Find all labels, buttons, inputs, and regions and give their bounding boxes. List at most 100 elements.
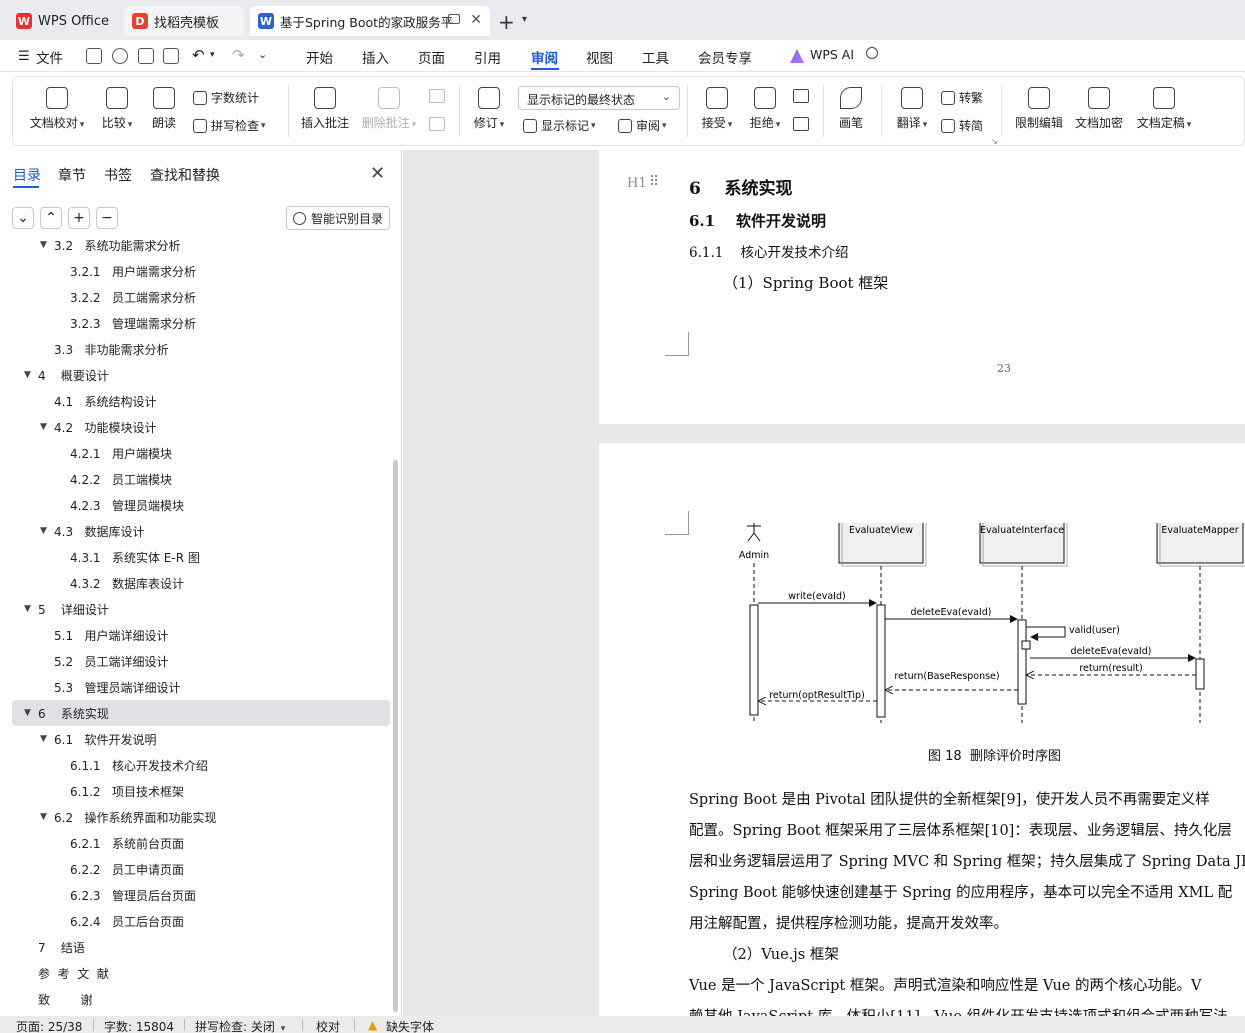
redo-icon[interactable]: ↷: [232, 46, 245, 64]
tab-wps-office[interactable]: W WPS Office: [8, 6, 118, 36]
page-indicator[interactable]: 页面: 25/38: [16, 1018, 82, 1033]
to-traditional-button[interactable]: 转繁: [941, 89, 983, 106]
toc-item[interactable]: ▼ 4.3 数据库设计: [12, 518, 390, 544]
menu-review[interactable]: 审阅: [531, 47, 558, 67]
nav-tab-bookmarks[interactable]: 书签: [104, 165, 132, 185]
drag-handle-icon[interactable]: ⠿: [649, 174, 659, 190]
menu-file[interactable]: 文件: [36, 47, 63, 67]
to-simplified-button[interactable]: 转简: [941, 117, 983, 134]
track-changes-button[interactable]: 修订 ▾: [471, 87, 507, 131]
chevron-down-icon[interactable]: ▾: [522, 14, 527, 25]
close-icon[interactable]: ✕: [370, 163, 385, 184]
toc-item[interactable]: ▼ 6 系统实现: [12, 700, 390, 726]
toc-item[interactable]: 3.2.1 用户端需求分析: [12, 258, 390, 284]
undo-icon[interactable]: ↶: [192, 46, 205, 64]
expand-arrow-icon[interactable]: ▼: [24, 604, 31, 614]
accept-button[interactable]: 接受 ▾: [699, 87, 735, 131]
hamburger-icon[interactable]: ☰: [18, 49, 30, 64]
expand-arrow-icon[interactable]: ▼: [40, 812, 47, 822]
toc-item[interactable]: ▼ 4 概要设计: [12, 362, 390, 388]
expand-arrow-icon[interactable]: ▼: [40, 422, 47, 432]
missing-font-indicator[interactable]: 缺失字体: [386, 1018, 434, 1033]
menu-tools[interactable]: 工具: [642, 47, 669, 67]
toc-item[interactable]: 6.1.2 项目技术框架: [12, 778, 390, 804]
remove-level-button[interactable]: −: [96, 207, 118, 229]
tab-document[interactable]: W 基于Spring Boot的家政服务平 ✕: [250, 6, 490, 36]
print-icon[interactable]: [138, 48, 154, 64]
reject-button[interactable]: 拒绝 ▾: [747, 87, 783, 131]
spell-check-button[interactable]: 拼写检查 ▾: [193, 117, 266, 134]
save-icon[interactable]: [86, 48, 102, 64]
word-count-indicator[interactable]: 字数: 15804: [104, 1018, 174, 1033]
menu-page[interactable]: 页面: [418, 47, 445, 67]
nav-tab-chapters[interactable]: 章节: [58, 165, 86, 185]
expand-arrow-icon[interactable]: ▼: [24, 370, 31, 380]
collapse-down-button[interactable]: ⌄: [12, 207, 34, 229]
toc-item[interactable]: 4.3.1 系统实体 E-R 图: [12, 544, 390, 570]
translate-button[interactable]: 翻译 ▾: [893, 87, 931, 131]
toc-item[interactable]: 3.2.2 员工端需求分析: [12, 284, 390, 310]
monitor-icon[interactable]: [448, 14, 460, 24]
expand-corner-icon[interactable]: ↘: [991, 137, 998, 146]
search-icon[interactable]: [866, 47, 878, 59]
toc-item[interactable]: 7 结语: [12, 934, 390, 960]
pen-button[interactable]: 画笔: [835, 87, 867, 131]
menu-member[interactable]: 会员专享: [698, 47, 752, 67]
add-level-button[interactable]: +: [68, 207, 90, 229]
next-comment-icon[interactable]: [429, 117, 445, 131]
expand-arrow-icon[interactable]: ▼: [24, 708, 31, 718]
toc-item[interactable]: 6.2.1 系统前台页面: [12, 830, 390, 856]
compare-button[interactable]: 比较 ▾: [99, 87, 135, 131]
toc-item[interactable]: 致 谢: [12, 986, 390, 1012]
toc-item[interactable]: 3.3 非功能需求分析: [12, 336, 390, 362]
toc-item[interactable]: ▼ 4.2 功能模块设计: [12, 414, 390, 440]
toc-item[interactable]: 6.1.1 核心开发技术介绍: [12, 752, 390, 778]
next-change-icon[interactable]: [793, 117, 809, 131]
new-tab-button[interactable]: +: [498, 10, 515, 34]
toc-item[interactable]: 6.2.2 员工申请页面: [12, 856, 390, 882]
restrict-edit-button[interactable]: 限制编辑: [1013, 87, 1065, 131]
toc-item[interactable]: 参 考 文 献: [12, 960, 390, 986]
expand-arrow-icon[interactable]: ▼: [40, 734, 47, 744]
toc-item[interactable]: 4.1 系统结构设计: [12, 388, 390, 414]
close-tab-icon[interactable]: ✕: [470, 12, 482, 28]
nav-tab-find-replace[interactable]: 查找和替换: [150, 165, 220, 185]
tab-docer[interactable]: D 找稻壳模板: [124, 6, 244, 36]
read-aloud-button[interactable]: 朗读: [149, 87, 179, 131]
toc-item[interactable]: 6.2.3 管理员后台页面: [12, 882, 390, 908]
toc-item[interactable]: 5.2 员工端详细设计: [12, 648, 390, 674]
finalize-button[interactable]: 文档定稿 ▾: [1133, 87, 1195, 131]
proof-indicator[interactable]: 校对: [316, 1018, 340, 1033]
more-chevron-icon[interactable]: ⌄: [258, 48, 267, 61]
prev-change-icon[interactable]: [793, 89, 809, 103]
word-count-button[interactable]: 字数统计: [193, 89, 259, 106]
menu-wps-ai[interactable]: WPS AI: [810, 47, 854, 62]
toc-item[interactable]: 5.3 管理员端详细设计: [12, 674, 390, 700]
toc-item[interactable]: 6.2.4 员工后台页面: [12, 908, 390, 934]
insert-comment-button[interactable]: 插入批注: [299, 87, 351, 131]
review-pane-button[interactable]: 审阅 ▾: [618, 117, 667, 134]
menu-start[interactable]: 开始: [306, 47, 333, 67]
collapse-up-button[interactable]: ⌃: [40, 207, 62, 229]
expand-arrow-icon[interactable]: ▼: [40, 240, 47, 250]
toc-item[interactable]: 4.3.2 数据库表设计: [12, 570, 390, 596]
menu-view[interactable]: 视图: [586, 47, 613, 67]
toc-item[interactable]: 4.2.3 管理员端模块: [12, 492, 390, 518]
toc-item[interactable]: ▼ 6.1 软件开发说明: [12, 726, 390, 752]
print-preview-icon[interactable]: [163, 48, 179, 64]
spell-check-indicator[interactable]: 拼写检查: 关闭 ▾: [195, 1018, 285, 1033]
toc-item[interactable]: ▼ 5 详细设计: [12, 596, 390, 622]
toc-item[interactable]: 4.2.1 用户端模块: [12, 440, 390, 466]
menu-insert[interactable]: 插入: [362, 47, 389, 67]
delete-comment-button[interactable]: 删除批注 ▾: [361, 87, 417, 131]
prev-comment-icon[interactable]: [429, 89, 445, 103]
toc-item[interactable]: 5.1 用户端详细设计: [12, 622, 390, 648]
nav-tab-toc[interactable]: 目录: [13, 165, 41, 185]
markup-state-select[interactable]: 显示标记的最终状态 ⌄: [518, 86, 680, 110]
smart-toc-button[interactable]: 智能识别目录: [286, 206, 390, 230]
menu-reference[interactable]: 引用: [474, 47, 501, 67]
toc-item[interactable]: ▼ 6.2 操作系统界面和功能实现: [12, 804, 390, 830]
share-icon[interactable]: [112, 48, 128, 64]
doc-check-button[interactable]: 文档校对 ▾: [29, 87, 85, 131]
toc-scrollbar[interactable]: [393, 460, 398, 1012]
